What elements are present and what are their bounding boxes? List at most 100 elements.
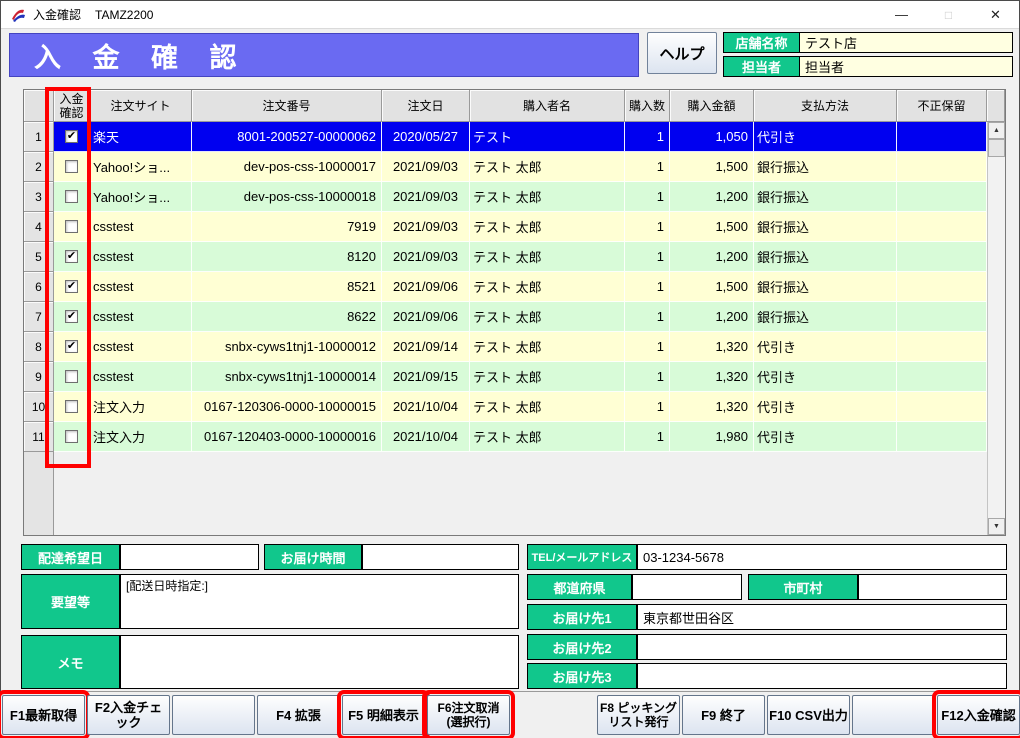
cell-order-site: 楽天 [90, 122, 192, 152]
cell-payment-method: 銀行振込 [754, 212, 897, 242]
cell-fraud-hold [897, 242, 987, 272]
vertical-scrollbar[interactable]: ▲ ▼ [987, 122, 1005, 535]
scroll-down-button[interactable]: ▼ [988, 518, 1005, 535]
table-row[interactable]: 3Yahoo!ショ...dev-pos-css-100000182021/09/… [24, 182, 987, 212]
cell-payment-method: 銀行振込 [754, 272, 897, 302]
payment-confirm-checkbox[interactable] [65, 190, 78, 203]
row-number[interactable]: 5 [24, 242, 54, 272]
address2-field[interactable] [637, 634, 1007, 660]
cell-payment-method: 代引き [754, 332, 897, 362]
row-number[interactable]: 7 [24, 302, 54, 332]
payment-confirm-checkbox[interactable] [65, 370, 78, 383]
table-row[interactable]: 10注文入力0167-120306-0000-100000152021/10/0… [24, 392, 987, 422]
cell-quantity: 1 [625, 152, 670, 182]
payment-confirmation-window: { "titlebar": { "title": "入金確認", "code":… [0, 0, 1020, 738]
memo-field[interactable] [120, 635, 519, 689]
cell-payment-confirm: ✔ [54, 242, 90, 272]
f9-exit-button[interactable]: F9 終了 [682, 695, 765, 735]
cell-buyer-name: テスト 太郎 [470, 392, 625, 422]
f12-payment-confirm-button[interactable]: F12入金確認 [937, 695, 1020, 735]
payment-confirm-checkbox[interactable]: ✔ [65, 310, 78, 323]
corner-header-cell [24, 90, 54, 122]
row-number[interactable]: 1 [24, 122, 54, 152]
table-row[interactable]: 4csstest79192021/09/03テスト 太郎11,500銀行振込 [24, 212, 987, 242]
payment-confirm-checkbox[interactable] [65, 430, 78, 443]
prefecture-field[interactable] [632, 574, 742, 600]
row-number[interactable]: 10 [24, 392, 54, 422]
cell-order-site: Yahoo!ショ... [90, 152, 192, 182]
scroll-up-button[interactable]: ▲ [988, 122, 1005, 139]
cell-amount: 1,320 [670, 332, 754, 362]
cell-quantity: 1 [625, 332, 670, 362]
table-row[interactable]: 2Yahoo!ショ...dev-pos-css-100000172021/09/… [24, 152, 987, 182]
help-button[interactable]: ヘルプ [647, 32, 717, 74]
cell-order-number: 7919 [192, 212, 382, 242]
payment-confirm-checkbox[interactable] [65, 400, 78, 413]
close-button[interactable]: ✕ [972, 1, 1019, 28]
cell-order-date: 2021/09/03 [382, 242, 470, 272]
request-field[interactable]: [配送日時指定:] [120, 574, 519, 629]
cell-order-date: 2020/05/27 [382, 122, 470, 152]
cell-order-number: dev-pos-css-10000018 [192, 182, 382, 212]
f4-extend-button[interactable]: F4 拡張 [257, 695, 340, 735]
cell-order-number: 8120 [192, 242, 382, 272]
cell-order-site: csstest [90, 272, 192, 302]
page-title: 入 金 確 認 [9, 33, 639, 77]
cell-order-date: 2021/09/03 [382, 212, 470, 242]
f6-order-cancel-button[interactable]: F6注文取消(選択行) [427, 695, 510, 735]
cell-order-date: 2021/10/04 [382, 392, 470, 422]
column-header-buyer: 購入者名 [470, 90, 625, 122]
payment-confirm-checkbox[interactable]: ✔ [65, 250, 78, 263]
address3-field[interactable] [637, 663, 1007, 689]
cell-payment-confirm [54, 362, 90, 392]
table-row[interactable]: 1✔楽天8001-200527-000000622020/05/27テスト11,… [24, 122, 987, 152]
cell-order-number: snbx-cyws1tnj1-10000012 [192, 332, 382, 362]
cell-buyer-name: テスト 太郎 [470, 152, 625, 182]
f2-payment-check-button[interactable]: F2入金チェック [87, 695, 170, 735]
table-row[interactable]: 11注文入力0167-120403-0000-100000162021/10/0… [24, 422, 987, 452]
memo-label: メモ [21, 635, 120, 689]
delivery-date-field[interactable] [120, 544, 259, 570]
table-row[interactable]: 5✔csstest81202021/09/03テスト 太郎11,200銀行振込 [24, 242, 987, 272]
row-number[interactable]: 9 [24, 362, 54, 392]
payment-confirm-checkbox[interactable]: ✔ [65, 130, 78, 143]
header-scrollbar-corner [987, 90, 1005, 122]
cell-order-site: 注文入力 [90, 422, 192, 452]
payment-confirm-checkbox[interactable]: ✔ [65, 340, 78, 353]
column-header-qty: 購入数 [625, 90, 670, 122]
cell-payment-method: 代引き [754, 362, 897, 392]
tel-mail-label: TEL/メールアドレス [527, 544, 637, 570]
store-name-value: テスト店 [799, 32, 1013, 53]
column-header-order: 注文番号 [192, 90, 382, 122]
table-row[interactable]: 7✔csstest86222021/09/06テスト 太郎11,200銀行振込 [24, 302, 987, 332]
cell-order-number: 0167-120403-0000-10000016 [192, 422, 382, 452]
minimize-button[interactable]: — [878, 1, 925, 28]
table-row[interactable]: 9csstestsnbx-cyws1tnj1-100000142021/09/1… [24, 362, 987, 392]
payment-confirm-checkbox[interactable]: ✔ [65, 280, 78, 293]
scrollbar-thumb[interactable] [988, 139, 1005, 157]
f1-latest-fetch-button[interactable]: F1最新取得 [2, 695, 85, 735]
row-number[interactable]: 3 [24, 182, 54, 212]
tel-mail-field[interactable]: 03-1234-5678 [637, 544, 1007, 570]
city-field[interactable] [858, 574, 1007, 600]
row-number[interactable]: 8 [24, 332, 54, 362]
table-row[interactable]: 6✔csstest85212021/09/06テスト 太郎11,500銀行振込 [24, 272, 987, 302]
row-number[interactable]: 11 [24, 422, 54, 452]
f8-picking-list-button[interactable]: F8 ピッキングリスト発行 [597, 695, 680, 735]
cell-order-number: 8521 [192, 272, 382, 302]
delivery-time-field[interactable] [362, 544, 519, 570]
f3-blank [172, 695, 255, 735]
scrollbar-track[interactable] [988, 157, 1005, 518]
cell-order-number: 8001-200527-00000062 [192, 122, 382, 152]
payment-confirm-checkbox[interactable] [65, 160, 78, 173]
row-number[interactable]: 4 [24, 212, 54, 242]
f5-detail-view-button[interactable]: F5 明細表示 [342, 695, 425, 735]
delivery-time-label: お届け時間 [264, 544, 362, 570]
address1-field[interactable]: 東京都世田谷区 [637, 604, 1007, 630]
table-row[interactable]: 8✔csstestsnbx-cyws1tnj1-100000122021/09/… [24, 332, 987, 362]
cell-order-site: csstest [90, 362, 192, 392]
payment-confirm-checkbox[interactable] [65, 220, 78, 233]
row-number[interactable]: 2 [24, 152, 54, 182]
row-number[interactable]: 6 [24, 272, 54, 302]
f10-csv-output-button[interactable]: F10 CSV出力 [767, 695, 850, 735]
